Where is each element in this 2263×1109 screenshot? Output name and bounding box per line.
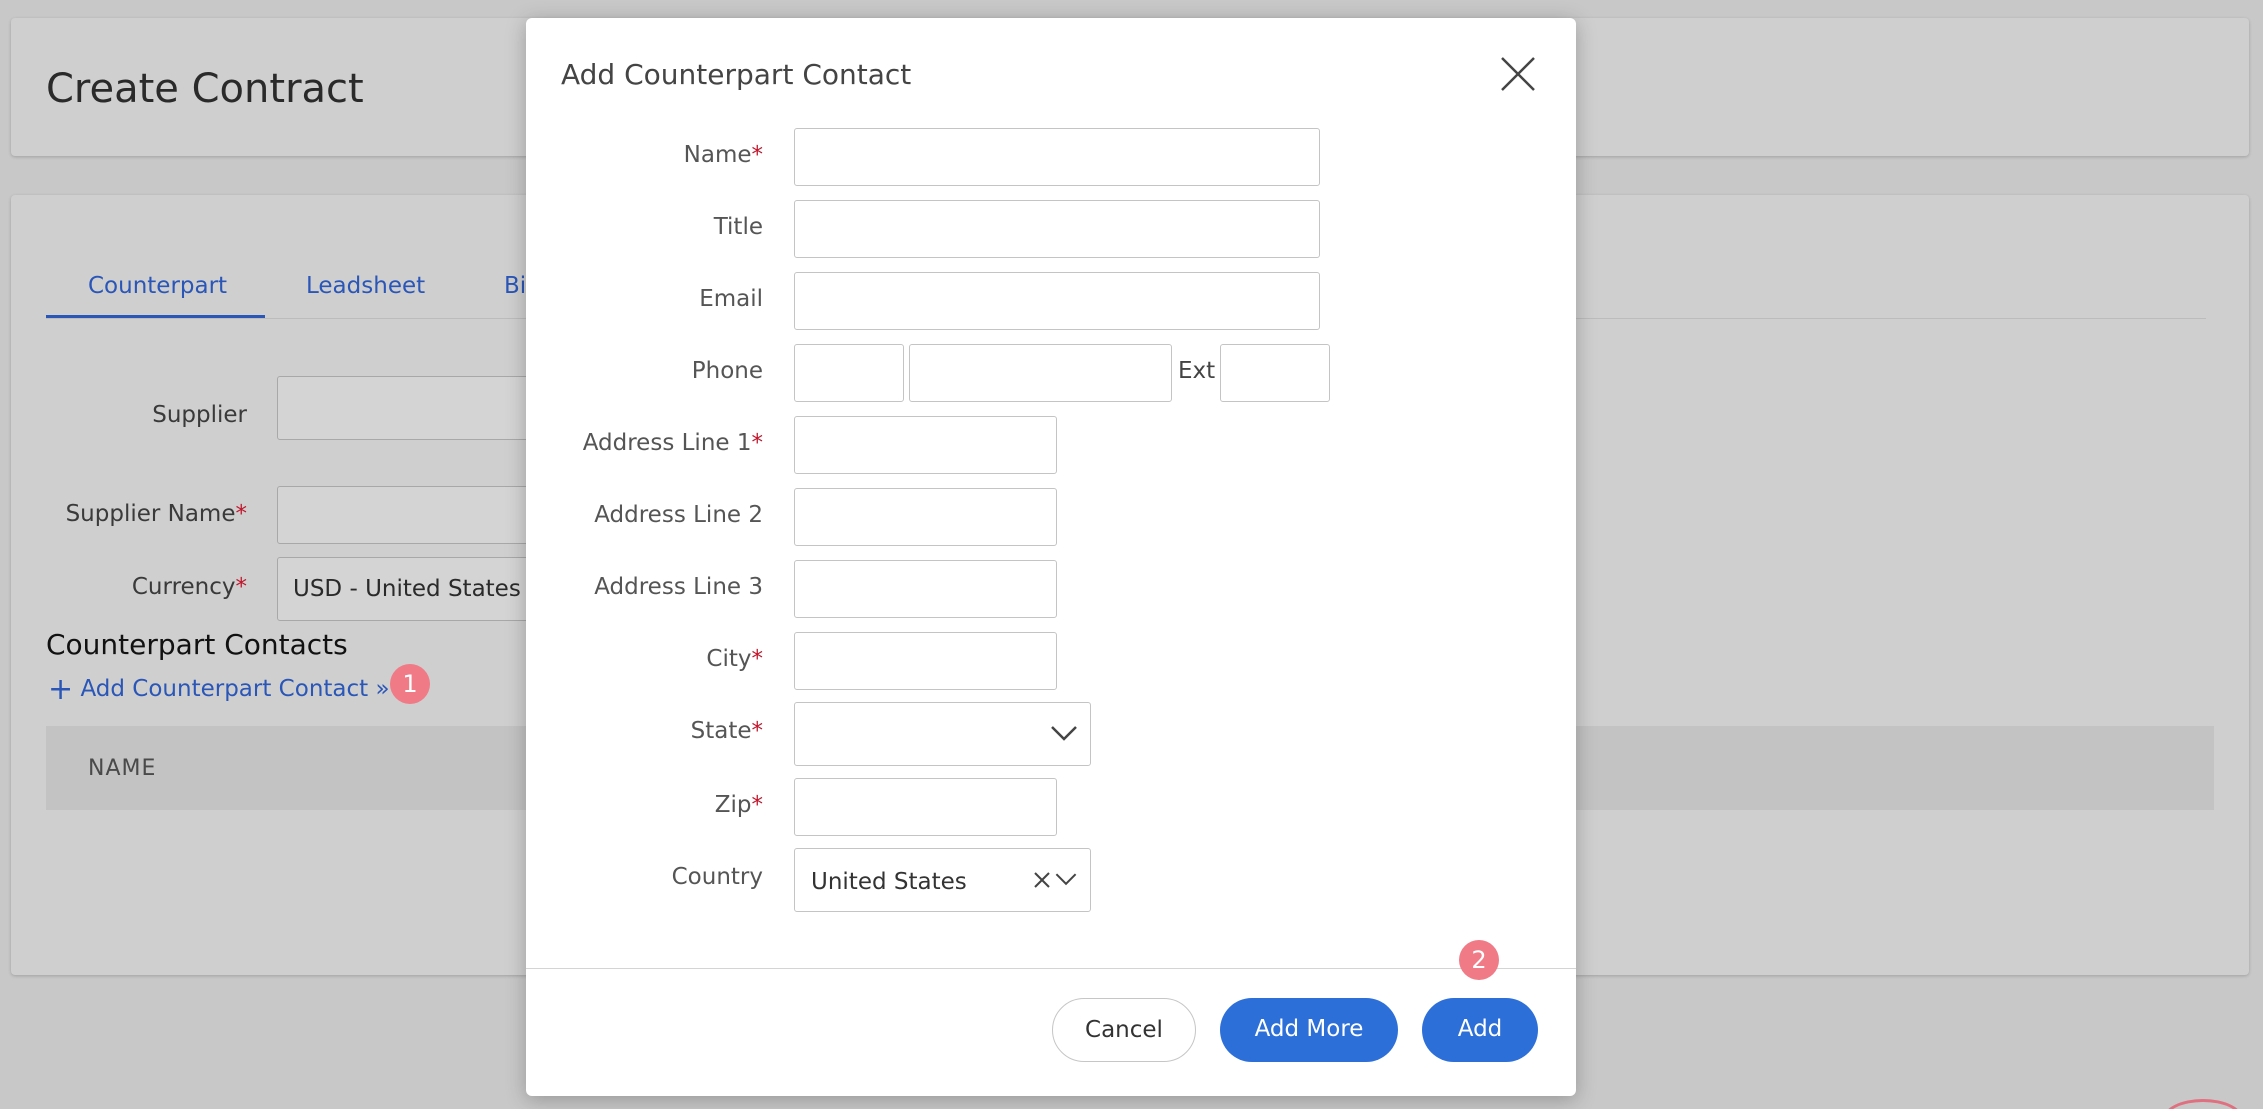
country-label: Country xyxy=(671,864,763,890)
address-line-3-label: Address Line 3 xyxy=(594,574,763,600)
column-header-name: NAME xyxy=(88,756,157,781)
country-select[interactable]: United States xyxy=(794,848,1091,912)
address-line-2-input[interactable] xyxy=(794,488,1057,546)
phone-number-input[interactable] xyxy=(909,344,1172,402)
supplier-label: Supplier xyxy=(152,402,247,428)
currency-label: Currency* xyxy=(131,574,247,600)
step-badge-2: 2 xyxy=(1459,940,1499,980)
currency-value: USD - United States xyxy=(293,576,521,602)
title-label: Title xyxy=(713,214,763,240)
phone-area-code-input[interactable] xyxy=(794,344,904,402)
tab-active-indicator xyxy=(46,315,265,318)
supplier-input[interactable] xyxy=(277,376,537,440)
name-label: Name* xyxy=(683,142,763,168)
add-counterpart-contact-dialog: Add Counterpart Contact Name* Title Emai… xyxy=(526,18,1576,1096)
chevron-down-icon xyxy=(1051,726,1077,741)
chevron-down-icon xyxy=(1055,873,1077,886)
tab-bi[interactable]: Bi xyxy=(504,273,526,299)
currency-select[interactable]: USD - United States xyxy=(277,557,537,621)
page-title: Create Contract xyxy=(46,66,364,112)
email-input[interactable] xyxy=(794,272,1320,330)
zip-label: Zip* xyxy=(714,792,763,818)
title-input[interactable] xyxy=(794,200,1320,258)
address-line-1-input[interactable] xyxy=(794,416,1057,474)
dialog-title: Add Counterpart Contact xyxy=(561,58,912,91)
plus-icon: + xyxy=(48,672,74,707)
help-widget-edge[interactable] xyxy=(2163,1099,2243,1109)
step-badge-1: 1 xyxy=(390,664,430,704)
zip-input[interactable] xyxy=(794,778,1057,836)
cancel-button[interactable]: Cancel xyxy=(1052,998,1196,1062)
close-icon[interactable] xyxy=(1498,54,1538,94)
add-counterpart-contact-link[interactable]: + Add Counterpart Contact » xyxy=(48,672,390,707)
supplier-name-input[interactable] xyxy=(277,486,537,544)
city-label: City* xyxy=(706,646,763,672)
city-input[interactable] xyxy=(794,632,1057,690)
add-more-button[interactable]: Add More xyxy=(1220,998,1398,1062)
tab-leadsheet[interactable]: Leadsheet xyxy=(306,273,425,299)
name-input[interactable] xyxy=(794,128,1320,186)
clear-icon[interactable] xyxy=(1033,871,1051,889)
email-label: Email xyxy=(699,286,763,312)
counterpart-contacts-heading: Counterpart Contacts xyxy=(46,628,348,661)
address-line-2-label: Address Line 2 xyxy=(594,502,763,528)
state-label: State* xyxy=(690,718,763,744)
phone-ext-input[interactable] xyxy=(1220,344,1330,402)
address-line-1-label: Address Line 1* xyxy=(582,430,763,456)
state-select[interactable] xyxy=(794,702,1091,766)
supplier-name-label: Supplier Name* xyxy=(65,501,247,527)
footer-divider xyxy=(526,968,1576,969)
tab-counterpart[interactable]: Counterpart xyxy=(88,273,227,299)
phone-label: Phone xyxy=(691,358,763,384)
address-line-3-input[interactable] xyxy=(794,560,1057,618)
country-value: United States xyxy=(811,869,967,895)
ext-label: Ext xyxy=(1178,358,1216,384)
add-button[interactable]: Add xyxy=(1422,998,1538,1062)
